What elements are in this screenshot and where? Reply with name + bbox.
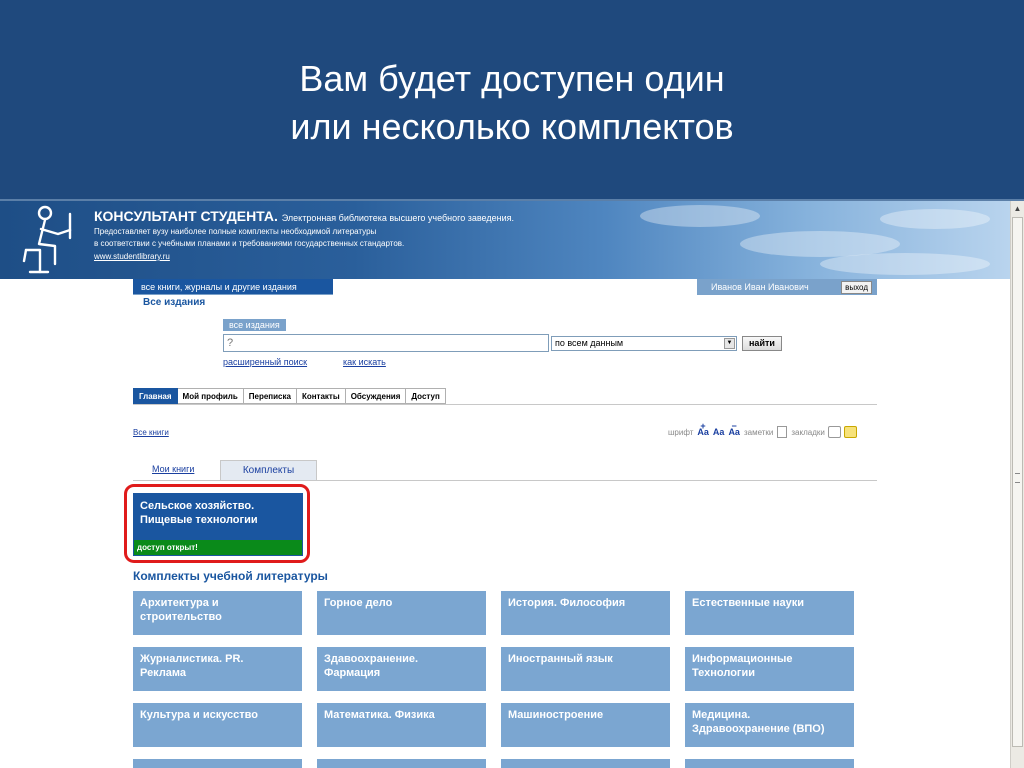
font-decrease-icon[interactable]: − Aa	[728, 421, 740, 437]
set-card-line1: Журналистика. PR.	[140, 653, 244, 665]
set-card-line1: Машиностроение	[508, 709, 604, 721]
font-minus-glyph: −	[731, 421, 737, 431]
set-card-line1: Горное дело	[324, 597, 393, 609]
document-icon[interactable]	[777, 426, 788, 438]
slide-title-line1: Вам будет доступен один	[299, 58, 725, 99]
set-card-partial[interactable]	[317, 759, 486, 768]
set-card-line2: Фармация	[324, 667, 381, 679]
set-card-line1: Иностранный язык	[508, 653, 613, 665]
set-card[interactable]: Машиностроение	[501, 703, 670, 747]
font-plus-glyph: +	[700, 421, 706, 431]
bookmark-add-icon[interactable]	[843, 426, 857, 438]
brand-tagline: Электронная библиотека высшего учебного …	[281, 213, 514, 223]
set-card[interactable]: Культура и искусство	[133, 703, 302, 747]
tab-contacts[interactable]: Контакты	[296, 388, 346, 404]
tab-sets[interactable]: Комплекты	[220, 460, 317, 480]
set-card-line1: История. Философия	[508, 597, 626, 609]
notes-label[interactable]: заметки	[744, 428, 773, 437]
set-card[interactable]: Журналистика. PR. Реклама	[133, 647, 302, 691]
brand-title: КОНСУЛЬТАНТ СТУДЕНТА.	[94, 208, 278, 224]
set-card[interactable]: Математика. Физика	[317, 703, 486, 747]
how-to-search-link[interactable]: как искать	[343, 357, 386, 367]
nav-divider	[133, 404, 877, 405]
set-card[interactable]: Иностранный язык	[501, 647, 670, 691]
site-url-link[interactable]: www.studentlibrary.ru	[94, 252, 170, 261]
scope-subtitle: Все издания	[143, 297, 206, 308]
set-card-line1: Здавоохранение.	[324, 653, 419, 665]
logout-button[interactable]: выход	[841, 281, 872, 294]
scroll-up-icon[interactable]: ▲	[1012, 203, 1023, 214]
set-card[interactable]: Медицина. Здравоохранение (ВПО)	[685, 703, 854, 747]
set-card-line2: Здравоохранение (ВПО)	[692, 723, 825, 735]
browser-viewport: КОНСУЛЬТАНТ СТУДЕНТА. Электронная библио…	[0, 201, 1010, 768]
main-nav-tabs: Главная Мой профиль Переписка Контакты О…	[133, 388, 446, 404]
chevron-down-icon[interactable]: ▼	[724, 338, 735, 349]
sets-heading: Комплекты учебной литературы	[133, 569, 328, 583]
set-card-partial[interactable]	[501, 759, 670, 768]
highlight-ring	[124, 484, 310, 563]
book-tabs: Мои книги Комплекты	[133, 460, 877, 481]
site-banner: КОНСУЛЬТАНТ СТУДЕНТА. Электронная библио…	[0, 201, 1010, 279]
set-card[interactable]: Естественные науки	[685, 591, 854, 635]
brand-desc-line2: в соответствии с учебными планами и треб…	[94, 239, 405, 248]
set-card[interactable]: Архитектура и строительство	[133, 591, 302, 635]
breadcrumb-all-books[interactable]: Все книги	[133, 428, 169, 437]
font-reset-icon[interactable]: Aa	[713, 427, 725, 437]
tab-discussions[interactable]: Обсуждения	[345, 388, 407, 404]
font-label: шрифт	[668, 427, 694, 437]
scope-divider	[133, 294, 333, 295]
vertical-scrollbar[interactable]: ▲	[1010, 201, 1024, 768]
set-card-partial[interactable]	[685, 759, 854, 768]
sets-grid: Архитектура и строительство Горное дело И…	[133, 591, 863, 768]
slide-title: Вам будет доступен один или несколько ко…	[0, 55, 1024, 151]
reading-toolbar: шрифт + Aa Aa − Aa заметки закладки	[668, 421, 857, 438]
search-scope-value: по всем данным	[555, 338, 624, 348]
advanced-search-link[interactable]: расширенный поиск	[223, 357, 307, 367]
bookmarks-label[interactable]: закладки	[791, 428, 824, 437]
user-box: Иванов Иван Иванович выход	[697, 279, 877, 295]
slide-title-line2: или несколько комплектов	[290, 106, 734, 147]
search-scope-select[interactable]: по всем данным ▼	[551, 336, 737, 351]
tab-my-profile[interactable]: Мой профиль	[177, 388, 244, 404]
find-button[interactable]: найти	[742, 336, 782, 351]
set-card-line1: Медицина.	[692, 709, 751, 721]
font-increase-icon[interactable]: + Aa	[697, 421, 709, 437]
tab-main[interactable]: Главная	[133, 388, 178, 404]
font-reset-glyph: Aa	[712, 427, 725, 437]
set-card[interactable]: Горное дело	[317, 591, 486, 635]
tab-my-books[interactable]: Мои книги	[152, 464, 194, 474]
set-card[interactable]: Информационные Технологии	[685, 647, 854, 691]
set-card-line1: Естественные науки	[692, 597, 805, 609]
search-scope-label: все издания	[223, 319, 286, 331]
brand-description: Предоставляет вузу наиболее полные компл…	[94, 226, 404, 250]
set-card-line1: Информационные	[692, 653, 793, 665]
scope-tab-all[interactable]: все книги, журналы и другие издания	[133, 279, 333, 295]
set-card[interactable]: Здавоохранение. Фармация	[317, 647, 486, 691]
set-card-line1: Культура и искусство	[140, 709, 259, 721]
set-card-line2: строительство	[140, 611, 222, 623]
set-card-line1: Математика. Физика	[324, 709, 435, 721]
set-card-partial[interactable]	[133, 759, 302, 768]
set-card-line1: Архитектура и	[140, 597, 219, 609]
brand-name: КОНСУЛЬТАНТ СТУДЕНТА. Электронная библио…	[94, 208, 514, 224]
slide-header: Вам будет доступен один или несколько ко…	[0, 0, 1024, 201]
set-card-line2: Технологии	[692, 667, 756, 679]
user-name: Иванов Иван Иванович	[711, 282, 809, 292]
scroll-thumb[interactable]	[1012, 217, 1023, 747]
search-input[interactable]	[223, 334, 549, 352]
tab-access[interactable]: Доступ	[406, 388, 446, 404]
scroll-grip-icon	[1015, 473, 1020, 483]
brand-desc-line1: Предоставляет вузу наиболее полные компл…	[94, 227, 377, 236]
set-card[interactable]: История. Философия	[501, 591, 670, 635]
set-card-line2: Реклама	[140, 667, 187, 679]
student-logo-icon	[22, 205, 72, 274]
bookmark-icon[interactable]	[827, 426, 841, 438]
tab-messages[interactable]: Переписка	[243, 388, 297, 404]
